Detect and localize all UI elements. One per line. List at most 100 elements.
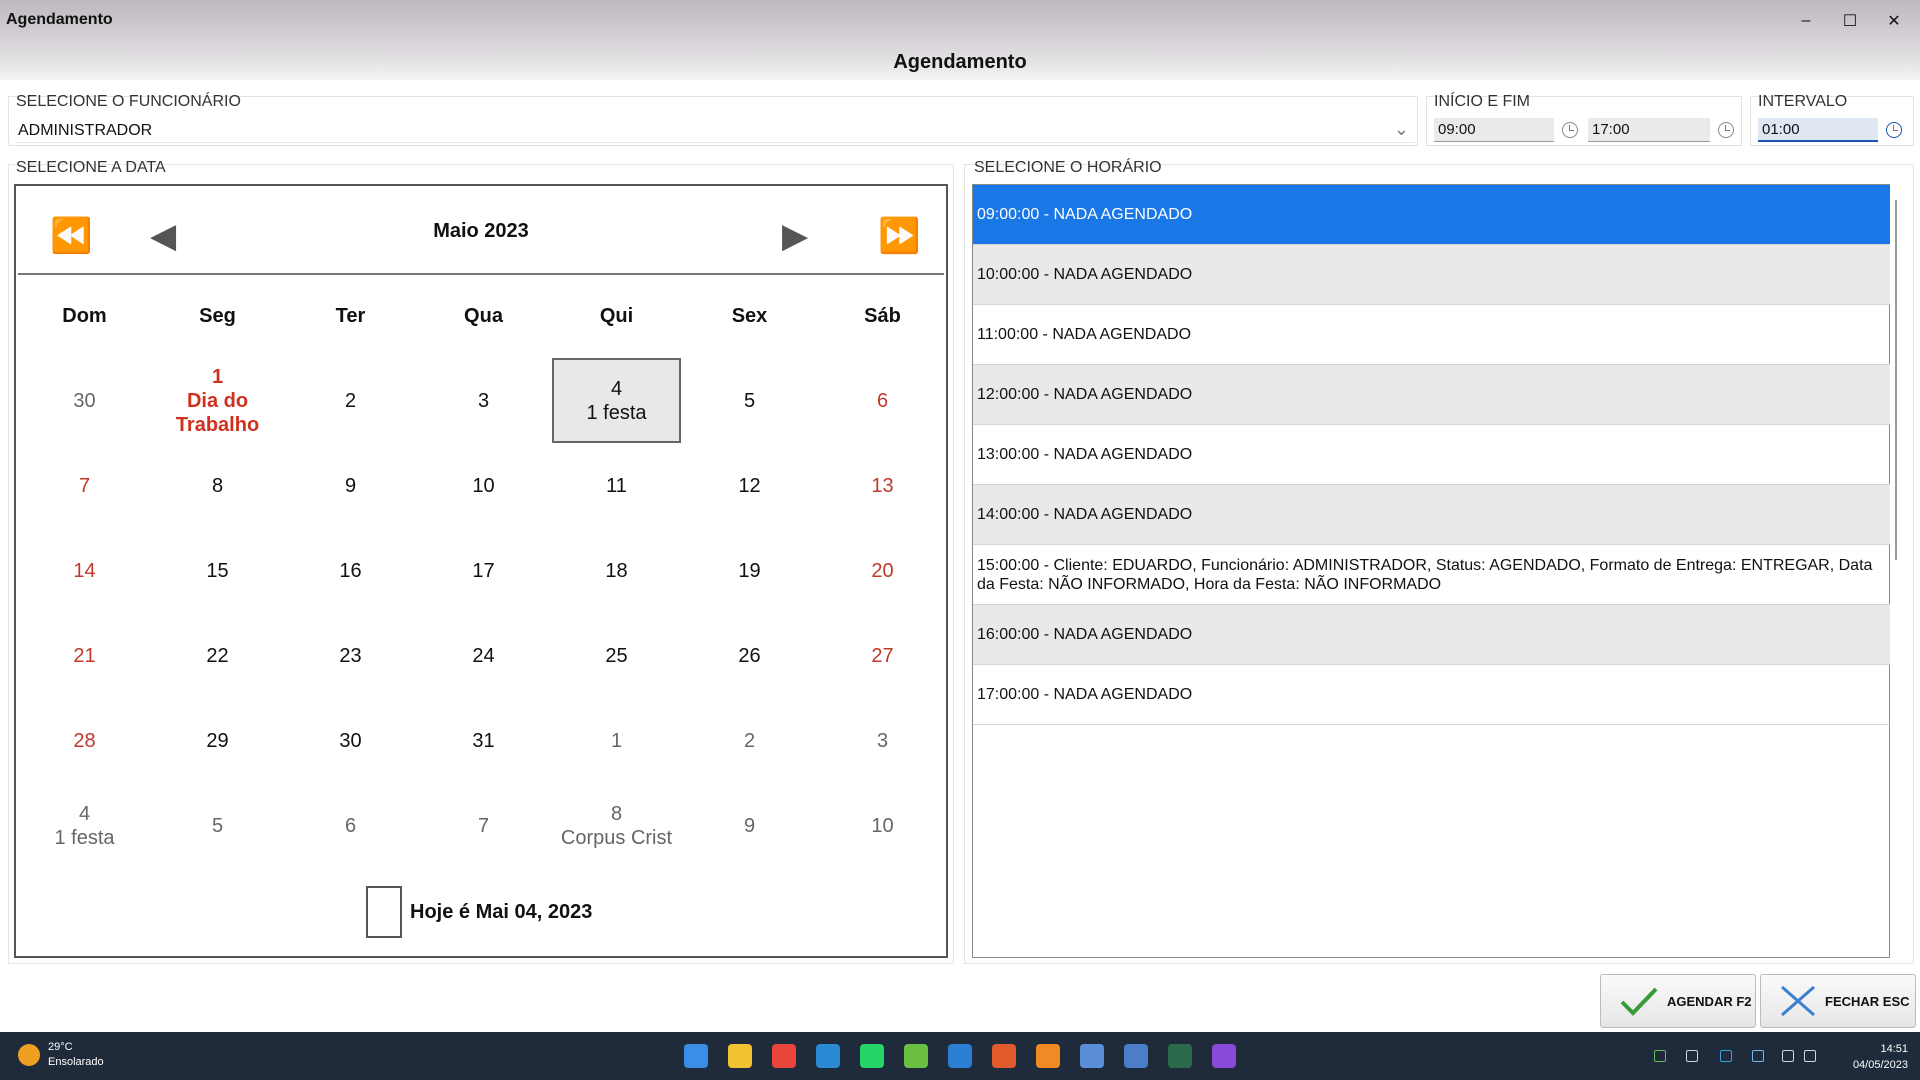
firefox-icon[interactable]	[1036, 1044, 1060, 1068]
calendar-day[interactable]: 23	[284, 613, 417, 698]
day-number: 7	[477, 814, 490, 837]
schedule-button[interactable]: AGENDAR F2	[1600, 974, 1756, 1028]
interval-clock-icon[interactable]	[1886, 122, 1902, 138]
calendar-day[interactable]: 26	[683, 613, 816, 698]
interval-input[interactable]: 01:00	[1758, 118, 1878, 142]
day-number: 20	[871, 559, 894, 582]
next-year-button[interactable]: ⏩	[878, 216, 920, 256]
calendar-day[interactable]: 41 festa	[18, 783, 151, 868]
day-number: 23	[339, 644, 362, 667]
hour-slot[interactable]: 13:00:00 - NADA AGENDADO	[973, 425, 1890, 485]
calendar-day[interactable]: 5	[683, 358, 816, 443]
today-text: Hoje é Mai 04, 2023	[410, 900, 593, 923]
calendar-day[interactable]: 6	[284, 783, 417, 868]
hour-slot[interactable]: 14:00:00 - NADA AGENDADO	[973, 485, 1890, 545]
calendar-day[interactable]: 17	[417, 528, 550, 613]
employee-label: SELECIONE O FUNCIONÁRIO	[16, 93, 241, 110]
hour-list-scrollbar[interactable]	[1895, 200, 1897, 560]
cloud-icon[interactable]	[1752, 1050, 1764, 1062]
chrome-icon[interactable]	[772, 1044, 796, 1068]
calendar-day[interactable]: 18	[550, 528, 683, 613]
hour-slot[interactable]: 16:00:00 - NADA AGENDADO	[973, 605, 1890, 665]
calendar-day[interactable]: 30	[284, 698, 417, 783]
calendar-day[interactable]: 22	[151, 613, 284, 698]
day-number: 4	[610, 377, 623, 400]
calendar-day[interactable]: 27	[816, 613, 949, 698]
calendar-day[interactable]: 6	[816, 358, 949, 443]
calendar-day[interactable]: 19	[683, 528, 816, 613]
calendar-day[interactable]: 12	[683, 443, 816, 528]
minimize-button[interactable]: –	[1786, 6, 1826, 36]
calendar-day[interactable]: 10	[816, 783, 949, 868]
app-blue-icon[interactable]	[948, 1044, 972, 1068]
security-icon[interactable]	[1720, 1050, 1732, 1062]
end-clock-icon[interactable]	[1718, 122, 1734, 138]
hour-slot[interactable]: 15:00:00 - Cliente: EDUARDO, Funcionário…	[973, 545, 1890, 605]
calendar-day[interactable]: 8 Corpus Crist	[550, 783, 683, 868]
calendar-day[interactable]: 2	[683, 698, 816, 783]
whatsapp-icon[interactable]	[860, 1044, 884, 1068]
system-clock[interactable]: 14:51 04/05/2023	[1853, 1041, 1908, 1073]
next-month-button[interactable]: ▶	[782, 216, 808, 256]
app-red-icon[interactable]	[992, 1044, 1016, 1068]
day-number: 3	[876, 729, 889, 752]
spreadsheet-icon[interactable]	[904, 1044, 928, 1068]
calendar-day[interactable]: 16	[284, 528, 417, 613]
calendar-day[interactable]: 41 festa	[552, 358, 681, 443]
calendar-day[interactable]: 9	[683, 783, 816, 868]
calendar-day[interactable]: 30	[18, 358, 151, 443]
calendar-day[interactable]: 1	[550, 698, 683, 783]
calendar-day[interactable]: 9	[284, 443, 417, 528]
media-icon[interactable]	[1212, 1044, 1236, 1068]
calendar-day[interactable]: 21	[18, 613, 151, 698]
today-indicator[interactable]: Hoje é Mai 04, 2023	[366, 886, 592, 938]
file-explorer-icon[interactable]	[728, 1044, 752, 1068]
calendar-day[interactable]: 3	[417, 358, 550, 443]
calendar-day[interactable]: 11	[550, 443, 683, 528]
start-clock-icon[interactable]	[1562, 122, 1578, 138]
day-number: 16	[339, 559, 362, 582]
settings-icon[interactable]	[1080, 1044, 1104, 1068]
calendar-day[interactable]: 5	[151, 783, 284, 868]
hour-slot[interactable]: 11:00:00 - NADA AGENDADO	[973, 305, 1890, 365]
hour-slot[interactable]: 09:00:00 - NADA AGENDADO	[973, 185, 1890, 245]
edge-icon[interactable]	[816, 1044, 840, 1068]
calendar-day[interactable]: 7	[417, 783, 550, 868]
usb-icon[interactable]	[1686, 1050, 1698, 1062]
employee-select[interactable]: ADMINISTRADOR ⌄	[15, 119, 1415, 143]
calendar-day[interactable]: 14	[18, 528, 151, 613]
calendar-day[interactable]: 10	[417, 443, 550, 528]
calendar-day[interactable]: 15	[151, 528, 284, 613]
calendar-day[interactable]: 20	[816, 528, 949, 613]
calendar-day[interactable]: 8	[151, 443, 284, 528]
end-time-input[interactable]: 17:00	[1588, 118, 1710, 142]
calendar-day[interactable]: 31	[417, 698, 550, 783]
calendar-day[interactable]: 7	[18, 443, 151, 528]
active-app-icon[interactable]	[1168, 1044, 1192, 1068]
weather-widget[interactable]: 29°C Ensolarado	[18, 1040, 104, 1070]
maximize-button[interactable]: ☐	[1830, 6, 1870, 36]
calendar-day[interactable]: 24	[417, 613, 550, 698]
close-window-button[interactable]: ✕	[1874, 6, 1914, 36]
hour-slot[interactable]: 12:00:00 - NADA AGENDADO	[973, 365, 1890, 425]
weather-temp: 29°C	[48, 1041, 73, 1053]
calendar-day[interactable]: 13	[816, 443, 949, 528]
day-note: 1 festa	[586, 401, 647, 424]
calendar-day[interactable]: 29	[151, 698, 284, 783]
notepad-icon[interactable]	[1124, 1044, 1148, 1068]
volume-icon[interactable]	[1804, 1050, 1816, 1062]
tray-app-icon[interactable]	[1654, 1050, 1666, 1062]
start-time-input[interactable]: 09:00	[1434, 118, 1554, 142]
calendar-day[interactable]: 1 Dia do Trabalho	[151, 358, 284, 443]
hour-slot[interactable]: 10:00:00 - NADA AGENDADO	[973, 245, 1890, 305]
calendar-day[interactable]: 2	[284, 358, 417, 443]
calendar-day[interactable]: 28	[18, 698, 151, 783]
calendar-day[interactable]: 3	[816, 698, 949, 783]
calendar-day[interactable]: 25	[550, 613, 683, 698]
hour-list: 09:00:00 - NADA AGENDADO 10:00:00 - NADA …	[972, 184, 1890, 958]
network-icon[interactable]	[1782, 1050, 1794, 1062]
hour-slot[interactable]: 17:00:00 - NADA AGENDADO	[973, 665, 1890, 725]
windows-start-icon[interactable]	[684, 1044, 708, 1068]
chevron-down-icon[interactable]: ⌄	[1394, 119, 1409, 140]
close-button[interactable]: FECHAR ESC	[1760, 974, 1916, 1028]
